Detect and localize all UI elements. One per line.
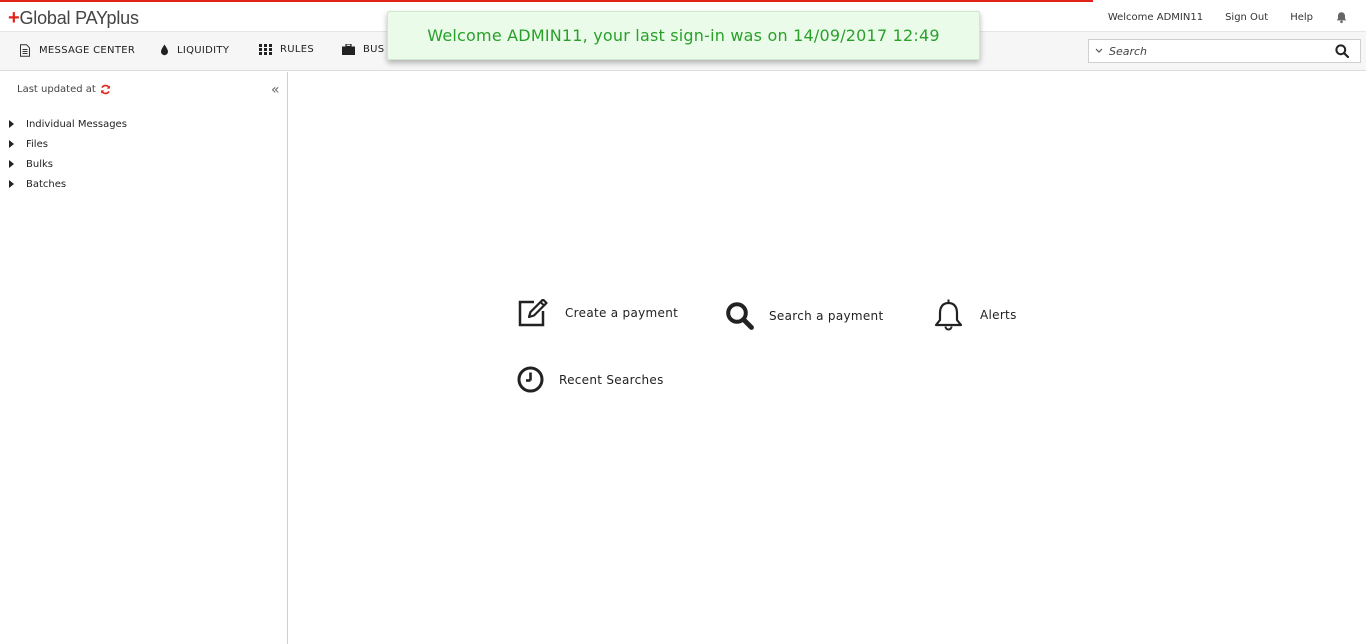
caret-right-icon <box>9 140 14 148</box>
chevron-down-icon[interactable] <box>1089 48 1109 54</box>
document-icon <box>19 44 31 57</box>
nav-business[interactable]: BUS <box>342 44 384 55</box>
tree-item-label: Individual Messages <box>26 118 127 130</box>
search-icon <box>725 301 755 331</box>
action-label: Alerts <box>980 308 1017 322</box>
caret-right-icon <box>9 120 14 128</box>
collapse-sidebar-icon[interactable]: « <box>271 82 280 98</box>
caret-right-icon <box>9 180 14 188</box>
refresh-icon[interactable] <box>100 84 111 95</box>
welcome-toast: Welcome ADMIN11, your last sign-in was o… <box>387 11 980 60</box>
notifications-bell-icon[interactable] <box>1335 11 1348 24</box>
tree-item-label: Files <box>26 138 48 150</box>
nav-label: BUS <box>363 44 385 55</box>
logo-plus: + <box>8 7 20 29</box>
briefcase-icon <box>342 44 355 55</box>
grid-icon <box>259 44 272 55</box>
sign-out-link[interactable]: Sign Out <box>1225 12 1268 23</box>
caret-right-icon <box>9 160 14 168</box>
nav-liquidity[interactable]: LIQUIDITY <box>160 44 229 56</box>
tree-item-label: Bulks <box>26 158 53 170</box>
nav-rules[interactable]: RULES <box>259 44 314 55</box>
tree-item-batches[interactable]: Batches <box>9 174 127 194</box>
action-label: Create a payment <box>565 306 679 320</box>
bell-icon <box>934 299 963 331</box>
nav-label: RULES <box>280 44 315 55</box>
global-search <box>1088 39 1361 63</box>
help-link[interactable]: Help <box>1290 12 1313 23</box>
tree-item-files[interactable]: Files <box>9 134 127 154</box>
logo-text: Global PAYplus <box>19 8 139 28</box>
search-input[interactable] <box>1109 44 1329 58</box>
action-label: Recent Searches <box>559 372 664 387</box>
create-payment-action[interactable]: Create a payment <box>517 299 678 327</box>
edit-icon <box>517 299 549 327</box>
sidebar: Last updated at « Individual Messages Fi… <box>0 72 288 644</box>
nav-message-center[interactable]: MESSAGE CENTER <box>19 44 135 57</box>
tree-item-label: Batches <box>26 178 67 190</box>
last-updated: Last updated at <box>17 84 111 95</box>
clock-icon <box>517 366 544 393</box>
search-payment-action[interactable]: Search a payment <box>725 301 883 331</box>
tree-item-individual-messages[interactable]: Individual Messages <box>9 114 127 134</box>
header-right: Welcome ADMIN11 Sign Out Help <box>1086 11 1348 24</box>
tree-item-bulks[interactable]: Bulks <box>9 154 127 174</box>
recent-searches-action[interactable]: Recent Searches <box>517 366 664 393</box>
nav-label: MESSAGE CENTER <box>39 45 136 56</box>
welcome-text: Welcome ADMIN11 <box>1107 12 1204 23</box>
search-icon[interactable] <box>1335 44 1349 58</box>
last-updated-label: Last updated at <box>17 84 96 95</box>
drop-icon <box>160 44 169 56</box>
nav-label: LIQUIDITY <box>177 44 230 56</box>
toast-message: Welcome ADMIN11, your last sign-in was o… <box>427 26 940 45</box>
alerts-action[interactable]: Alerts <box>934 299 1017 331</box>
logo: +Global PAYplus <box>8 7 139 30</box>
message-tree: Individual Messages Files Bulks Batches <box>9 114 127 194</box>
action-label: Search a payment <box>769 309 884 323</box>
